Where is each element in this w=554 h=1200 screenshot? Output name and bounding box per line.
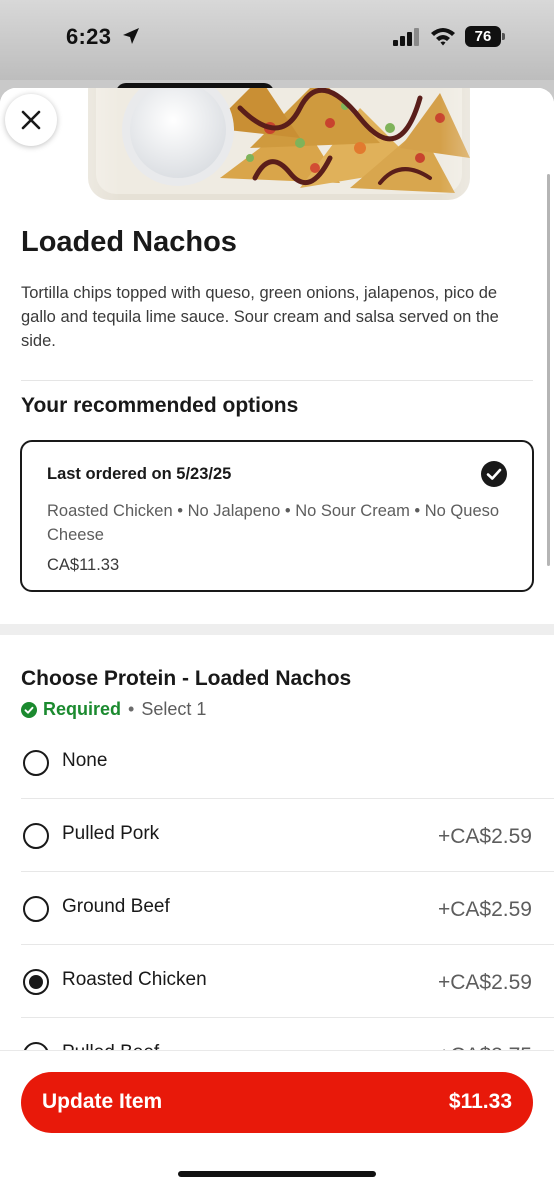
option-label: Pulled Pork	[62, 823, 160, 844]
required-separator: •	[128, 699, 135, 719]
option-label: None	[62, 750, 108, 771]
status-bar: 6:23 76	[0, 0, 554, 95]
option-price: +CA$2.59	[438, 825, 532, 848]
option-price: +CA$2.59	[438, 898, 532, 921]
signal-icon	[393, 28, 421, 51]
recommended-card-options: Roasted Chicken • No Jalapeno • No Sour …	[47, 502, 500, 544]
recommended-option-card[interactable]: Last ordered on 5/23/25 Roasted Chicken …	[20, 440, 534, 592]
bottom-action-bar: Update Item $11.33	[0, 1050, 554, 1200]
wifi-icon	[430, 26, 456, 51]
required-label: Required	[43, 699, 122, 719]
option-label: Ground Beef	[62, 896, 170, 917]
home-indicator[interactable]	[178, 1171, 376, 1177]
protein-option-none[interactable]: None	[0, 726, 554, 799]
protein-option-roasted-chicken[interactable]: Roasted Chicken +CA$2.59	[0, 945, 554, 1018]
update-item-price: $11.33	[448, 1090, 512, 1113]
update-item-label: Update Item	[42, 1090, 163, 1113]
option-label: Roasted Chicken	[62, 969, 207, 990]
protein-option-ground-beef[interactable]: Ground Beef +CA$2.59	[0, 872, 554, 945]
radio-icon[interactable]	[23, 896, 49, 922]
required-check-icon	[21, 701, 37, 718]
battery-icon: 76	[465, 26, 505, 47]
option-price: +CA$2.59	[438, 971, 532, 994]
recommended-card-price: CA$11.33	[47, 556, 120, 574]
recommended-heading: Your recommended options	[21, 394, 299, 417]
radio-selected-icon[interactable]	[23, 969, 49, 995]
radio-icon[interactable]	[23, 750, 49, 776]
item-hero-image	[0, 88, 554, 204]
status-time: 6:23	[66, 24, 112, 49]
scrollbar[interactable]	[547, 174, 550, 566]
battery-level: 76	[474, 28, 492, 45]
section-separator	[0, 624, 554, 635]
close-button[interactable]	[5, 94, 57, 146]
required-indicator: Required • Select 1	[21, 699, 206, 720]
update-item-button[interactable]: Update Item $11.33	[21, 1072, 533, 1133]
recommended-card-title: Last ordered on 5/23/25	[47, 465, 232, 483]
item-description: Tortilla chips topped with queso, green …	[21, 284, 499, 350]
item-detail-sheet: Loaded Nachos Tortilla chips topped with…	[0, 88, 554, 1200]
checkmark-circle-icon	[480, 460, 508, 493]
item-title: Loaded Nachos	[21, 226, 237, 258]
divider	[21, 380, 533, 381]
radio-icon[interactable]	[23, 823, 49, 849]
select-count: Select 1	[141, 699, 207, 719]
protein-section-heading: Choose Protein - Loaded Nachos	[21, 667, 352, 690]
protein-option-pulled-pork[interactable]: Pulled Pork +CA$2.59	[0, 799, 554, 872]
location-arrow-icon	[122, 27, 140, 50]
close-icon	[20, 109, 42, 131]
